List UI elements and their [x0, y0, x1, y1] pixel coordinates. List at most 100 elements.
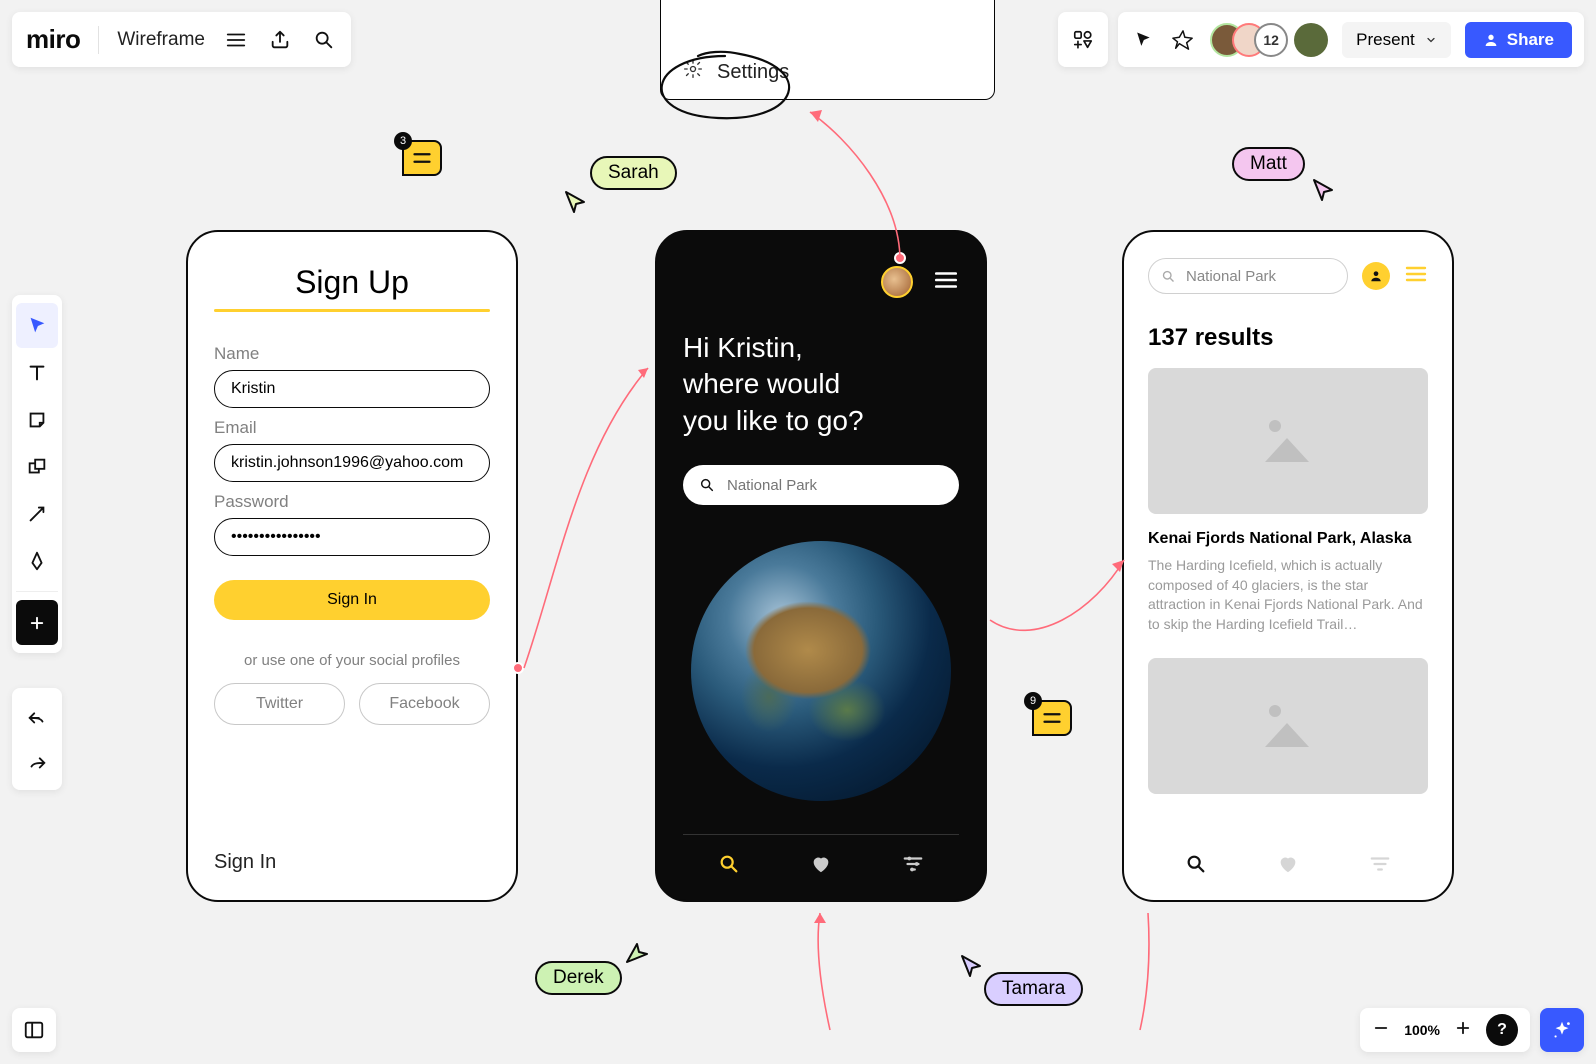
share-label: Share — [1507, 30, 1554, 50]
cursor-pointer-icon — [958, 952, 986, 980]
results-search-field[interactable]: National Park — [1148, 258, 1348, 294]
search-nav-icon[interactable] — [718, 853, 740, 880]
cursor-pointer-icon — [1310, 176, 1338, 204]
comment-lines-icon — [413, 152, 431, 164]
results-search-value: National Park — [1186, 268, 1276, 285]
chevron-down-icon — [1425, 34, 1437, 46]
result-card-image[interactable] — [1148, 658, 1428, 794]
signup-frame[interactable]: Sign Up Name Email Password Sign In or u… — [186, 230, 518, 902]
select-tool[interactable] — [16, 303, 58, 348]
miro-logo[interactable]: miro — [26, 24, 80, 55]
filter-nav-icon[interactable] — [902, 853, 924, 880]
toolbar-divider — [16, 591, 58, 592]
cursor-tool-icon[interactable] — [1130, 27, 1156, 53]
connector-arrow[interactable] — [518, 360, 668, 680]
avatar[interactable] — [1294, 23, 1328, 57]
home-search-field[interactable] — [683, 465, 959, 505]
filter-nav-icon[interactable] — [1369, 853, 1391, 880]
result-card-title: Kenai Fjords National Park, Alaska — [1148, 530, 1428, 548]
connector-arrow[interactable] — [984, 550, 1134, 670]
settings-dropdown[interactable]: Settings — [660, 0, 995, 100]
title-underline — [214, 309, 490, 312]
sparkle-icon — [1551, 1019, 1573, 1041]
result-card-image[interactable] — [1148, 368, 1428, 514]
results-frame[interactable]: National Park 137 results Kenai Fjords N… — [1122, 230, 1454, 902]
earth-image — [691, 541, 951, 801]
divider — [98, 26, 99, 54]
search-icon — [699, 477, 715, 493]
frame-navigator-button[interactable] — [12, 1008, 56, 1052]
email-field[interactable] — [214, 444, 490, 482]
heart-nav-icon[interactable] — [810, 853, 832, 880]
results-count: 137 results — [1148, 324, 1428, 352]
header-right-group: 12 Present Share — [1058, 12, 1584, 67]
collaborators-group: 12 Present Share — [1118, 12, 1584, 67]
image-placeholder-icon — [1261, 420, 1315, 462]
reactions-icon[interactable] — [1170, 27, 1196, 53]
results-user-avatar[interactable] — [1362, 262, 1390, 290]
settings-label: Settings — [717, 61, 789, 84]
export-icon[interactable] — [267, 27, 293, 53]
shapes-tool[interactable] — [16, 444, 58, 489]
apps-icon[interactable] — [1070, 27, 1096, 53]
collaborator-cursor-matt: Matt — [1232, 147, 1305, 181]
password-label: Password — [214, 492, 490, 512]
zoom-out-button[interactable] — [1372, 1019, 1390, 1042]
present-label: Present — [1356, 30, 1415, 50]
avatar-overflow-count[interactable]: 12 — [1254, 23, 1288, 57]
sticky-note-tool[interactable] — [16, 397, 58, 442]
or-divider-text: or use one of your social profiles — [214, 652, 490, 669]
cursor-pointer-icon — [562, 188, 590, 216]
search-nav-icon[interactable] — [1185, 853, 1207, 880]
comment-count: 3 — [394, 132, 412, 150]
connector-endpoint[interactable] — [894, 252, 906, 264]
results-bottom-nav — [1150, 853, 1426, 880]
left-toolbar — [12, 295, 62, 653]
home-search-input[interactable] — [727, 477, 943, 494]
connector-tool[interactable] — [16, 491, 58, 536]
connector-arrow[interactable] — [790, 905, 850, 1035]
zoom-level[interactable]: 100% — [1404, 1022, 1440, 1038]
connector-endpoint[interactable] — [512, 662, 524, 674]
heart-nav-icon[interactable] — [1277, 853, 1299, 880]
redo-button[interactable] — [16, 739, 58, 784]
undo-button[interactable] — [16, 694, 58, 739]
zoom-controls: 100% ? — [1360, 1008, 1584, 1052]
twitter-button[interactable]: Twitter — [214, 683, 345, 725]
comment-thread[interactable]: 9 — [1032, 700, 1072, 736]
board-title[interactable]: Wireframe — [117, 29, 205, 51]
password-field[interactable] — [214, 518, 490, 556]
help-button[interactable]: ? — [1486, 1014, 1518, 1046]
facebook-button[interactable]: Facebook — [359, 683, 490, 725]
sign-in-button[interactable]: Sign In — [214, 580, 490, 620]
undo-redo-group — [12, 688, 62, 790]
add-tool[interactable] — [16, 600, 58, 645]
pen-tool[interactable] — [16, 538, 58, 583]
frames-icon — [23, 1019, 45, 1041]
person-icon — [1369, 269, 1383, 283]
hamburger-icon[interactable] — [1404, 262, 1428, 291]
result-card-description: The Harding Icefield, which is actually … — [1148, 556, 1428, 634]
hamburger-icon[interactable] — [933, 267, 959, 298]
collaborator-cursor-derek: Derek — [535, 961, 622, 995]
ai-assist-button[interactable] — [1540, 1008, 1584, 1052]
name-field[interactable] — [214, 370, 490, 408]
avatar-stack[interactable]: 12 — [1210, 23, 1328, 57]
comment-thread[interactable]: 3 — [402, 140, 442, 176]
gear-icon — [683, 59, 703, 85]
zoom-in-button[interactable] — [1454, 1019, 1472, 1042]
present-button[interactable]: Present — [1342, 22, 1451, 58]
sign-in-link[interactable]: Sign In — [214, 851, 276, 874]
search-icon[interactable] — [311, 27, 337, 53]
greeting-text: Hi Kristin, where would you like to go? — [683, 330, 959, 439]
hamburger-icon[interactable] — [223, 27, 249, 53]
image-placeholder-icon — [1261, 705, 1315, 747]
header-left-group: miro Wireframe — [12, 12, 351, 67]
text-tool[interactable] — [16, 350, 58, 395]
connector-arrow[interactable] — [1130, 905, 1190, 1035]
home-frame[interactable]: Hi Kristin, where would you like to go? — [655, 230, 987, 902]
name-label: Name — [214, 344, 490, 364]
share-button[interactable]: Share — [1465, 22, 1572, 58]
person-icon — [1483, 32, 1499, 48]
profile-avatar[interactable] — [881, 266, 913, 298]
